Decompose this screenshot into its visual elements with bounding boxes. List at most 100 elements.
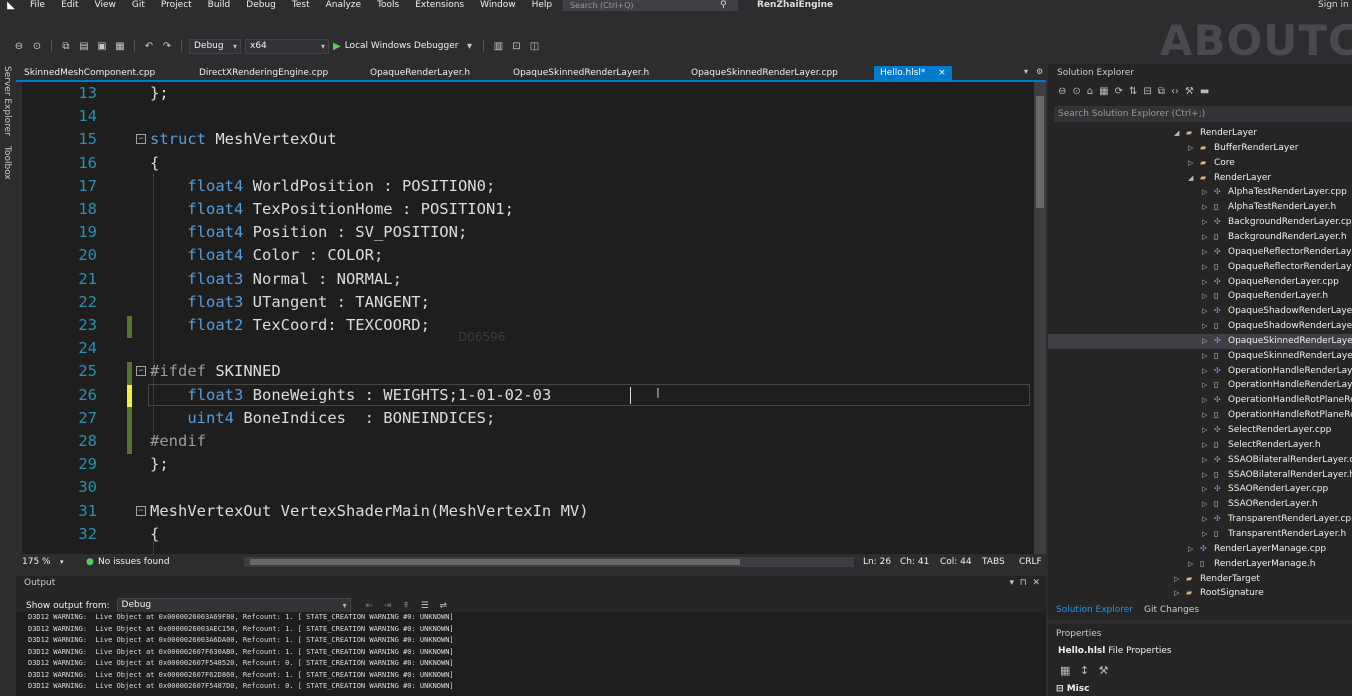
tab-opaqueskinnedrenderlayer-h[interactable]: OpaqueSkinnedRenderLayer.h	[513, 66, 649, 81]
redo-icon[interactable]: ↷	[160, 41, 174, 52]
chevron-collapsed-icon[interactable]: ▷	[1202, 245, 1207, 260]
output-source-select[interactable]: Debug ▾	[116, 598, 351, 613]
chevron-collapsed-icon[interactable]: ▷	[1188, 557, 1193, 572]
toggle-word-wrap-icon[interactable]: ⇌	[440, 601, 448, 611]
save-all-icon[interactable]: ▦	[113, 41, 127, 52]
issues-status[interactable]: No issues found	[98, 554, 170, 570]
configuration-select[interactable]: Debug ▾	[189, 38, 241, 54]
properties-wrench-icon[interactable]: ⚒	[1185, 86, 1194, 102]
scrollbar-thumb[interactable]	[250, 559, 740, 565]
solution-search-input[interactable]: Search Solution Explorer (Ctrl+;)	[1054, 106, 1352, 122]
editor-vertical-scrollbar[interactable]	[1034, 82, 1046, 554]
wrench-icon[interactable]: ⚒	[1099, 664, 1109, 677]
output-text[interactable]: D3D12 WARNING: Live Object at 0x00000260…	[16, 612, 1046, 696]
zoom-level[interactable]: 175 %	[22, 554, 51, 570]
chevron-expanded-icon[interactable]: ◢	[1174, 126, 1179, 141]
tree-item[interactable]: ◢ ▰ RenderLayer	[1048, 171, 1352, 186]
undo-icon[interactable]: ↶	[142, 41, 156, 52]
chevron-collapsed-icon[interactable]: ▷	[1188, 542, 1193, 557]
save-icon[interactable]: ▣	[95, 41, 109, 52]
menu-build[interactable]: Build	[200, 0, 239, 11]
chevron-collapsed-icon[interactable]: ▷	[1202, 453, 1207, 468]
tree-item[interactable]: ▷ ▯ OpaqueRenderLayer.h	[1048, 289, 1352, 304]
tree-item[interactable]: ▷ ▯ OpaqueReflectorRenderLayer	[1048, 260, 1352, 275]
tree-item[interactable]: ▷ ✣ OpaqueRenderLayer.cpp	[1048, 275, 1352, 290]
next-message-icon[interactable]: ⇥	[384, 601, 392, 611]
chevron-collapsed-icon[interactable]: ▷	[1202, 349, 1207, 364]
menu-tools[interactable]: Tools	[369, 0, 407, 11]
tree-item[interactable]: ▷ ✣ OpaqueShadowRenderLayer	[1048, 304, 1352, 319]
chevron-collapsed-icon[interactable]: ▷	[1202, 482, 1207, 497]
collapse-region-icon[interactable]: −	[136, 134, 146, 145]
pin-icon[interactable]: ▬	[1200, 86, 1209, 102]
menu-git[interactable]: Git	[124, 0, 153, 11]
panel-controls[interactable]: ▾ ⊓ ✕	[1009, 578, 1040, 588]
screenshot-icon[interactable]: ◫	[527, 41, 541, 52]
chevron-collapsed-icon[interactable]: ▷	[1202, 364, 1207, 379]
chevron-collapsed-icon[interactable]: ▷	[1202, 468, 1207, 483]
chevron-collapsed-icon[interactable]: ▷	[1202, 334, 1207, 349]
tab-opaquerenderlayer-h[interactable]: OpaqueRenderLayer.h	[370, 66, 470, 81]
start-debugging-icon[interactable]: ▶	[333, 41, 341, 52]
tree-item[interactable]: ▷ ✣ TransparentRenderLayer.cpp	[1048, 512, 1352, 527]
tree-item[interactable]: ▷ ▯ OperationHandleRotPlaneRe	[1048, 408, 1352, 423]
menu-help[interactable]: Help	[524, 0, 561, 11]
tree-item[interactable]: ▷ ✣ SSAOBilateralRenderLayer.cp	[1048, 453, 1352, 468]
tree-item[interactable]: ▷ ✣ OperationHandleRotPlaneRe	[1048, 393, 1352, 408]
server-explorer-tab[interactable]: Server Explorer	[2, 66, 12, 136]
tree-item[interactable]: ▷ ✣ BackgroundRenderLayer.cpp	[1048, 215, 1352, 230]
open-folder-icon[interactable]: ▤	[77, 41, 91, 52]
tree-item[interactable]: ▷ ▯ OperationHandleRenderLayer	[1048, 378, 1352, 393]
tree-item[interactable]: ▷ ✣ SSAORenderLayer.cpp	[1048, 482, 1352, 497]
tree-item[interactable]: ▷ ▯ OpaqueShadowRenderLayer	[1048, 319, 1352, 334]
clear-all-icon[interactable]: ☰	[421, 601, 429, 611]
tree-item[interactable]: ▷ ✣ OpaqueReflectorRenderLaye	[1048, 245, 1352, 260]
chevron-collapsed-icon[interactable]: ▷	[1202, 304, 1207, 319]
home-icon[interactable]: ⌂	[1087, 86, 1093, 102]
collapse-region-icon[interactable]: −	[136, 366, 146, 377]
editor-horizontal-scrollbar[interactable]	[244, 557, 854, 567]
categorized-icon[interactable]: ▦	[1060, 664, 1070, 677]
chevron-collapsed-icon[interactable]: ▷	[1202, 393, 1207, 408]
tree-item[interactable]: ▷ ▰ BufferRenderLayer	[1048, 141, 1352, 156]
chevron-collapsed-icon[interactable]: ▷	[1202, 527, 1207, 542]
chevron-down-icon[interactable]: ▾	[462, 41, 476, 52]
search-icon[interactable]: ⚲	[720, 0, 727, 10]
tree-item[interactable]: ◢ ▰ RenderLayer	[1048, 126, 1352, 141]
tree-item[interactable]: ▷ ▯ OpaqueSkinnedRenderLayer	[1048, 349, 1352, 364]
settings-gear-icon[interactable]: ⚙	[1036, 67, 1043, 76]
chevron-collapsed-icon[interactable]: ▷	[1202, 438, 1207, 453]
menu-file[interactable]: File	[22, 0, 53, 11]
close-icon[interactable]: ×	[938, 68, 946, 78]
menu-edit[interactable]: Edit	[53, 0, 86, 11]
tab-directxrenderingengine-cpp[interactable]: DirectXRenderingEngine.cpp	[199, 66, 328, 81]
tree-item[interactable]: ▷ ✣ RenderLayerManage.cpp	[1048, 542, 1352, 557]
tree-item[interactable]: ▷ ▯ BackgroundRenderLayer.h	[1048, 230, 1352, 245]
chevron-collapsed-icon[interactable]: ▷	[1202, 319, 1207, 334]
chevron-collapsed-icon[interactable]: ▷	[1202, 378, 1207, 393]
forward-icon[interactable]: ⊙	[30, 41, 44, 52]
start-debugger-button[interactable]: Local Windows Debugger	[345, 41, 459, 51]
sign-in-link[interactable]: Sign in	[1318, 0, 1349, 10]
chevron-collapsed-icon[interactable]: ▷	[1188, 141, 1193, 156]
folder-icon[interactable]: ▥	[491, 41, 505, 52]
chevron-collapsed-icon[interactable]: ▷	[1202, 423, 1207, 438]
chevron-collapsed-icon[interactable]: ▷	[1188, 156, 1193, 171]
tree-item[interactable]: ▷ ▯ RenderLayerManage.h	[1048, 557, 1352, 572]
collapse-all-icon[interactable]: ⊟	[1143, 86, 1151, 102]
scrollbar-thumb[interactable]	[1036, 96, 1044, 208]
code-editor[interactable]: 13}; 14 15− struct MeshVertexOut 16{17 float…	[22, 82, 1034, 554]
tree-item[interactable]: ▷ ▰ RootSignature	[1048, 586, 1352, 601]
chevron-collapsed-icon[interactable]: ▷	[1202, 185, 1207, 200]
back-icon[interactable]: ⊖	[1058, 86, 1066, 102]
tree-item[interactable]: ▷ ✣ AlphaTestRenderLayer.cpp	[1048, 185, 1352, 200]
chevron-collapsed-icon[interactable]: ▷	[1202, 289, 1207, 304]
tree-item[interactable]: ▷ ✣ SelectRenderLayer.cpp	[1048, 423, 1352, 438]
pending-changes-icon[interactable]: ⟳	[1115, 86, 1123, 102]
tree-item[interactable]: ▷ ▯ SelectRenderLayer.h	[1048, 438, 1352, 453]
search-input[interactable]: Search (Ctrl+Q)	[563, 0, 738, 11]
find-icon[interactable]: ⊡	[509, 41, 523, 52]
chevron-collapsed-icon[interactable]: ▷	[1202, 497, 1207, 512]
find-message-icon[interactable]: ⇤	[365, 601, 373, 611]
tab-list-dropdown-icon[interactable]: ▾	[1024, 67, 1028, 76]
